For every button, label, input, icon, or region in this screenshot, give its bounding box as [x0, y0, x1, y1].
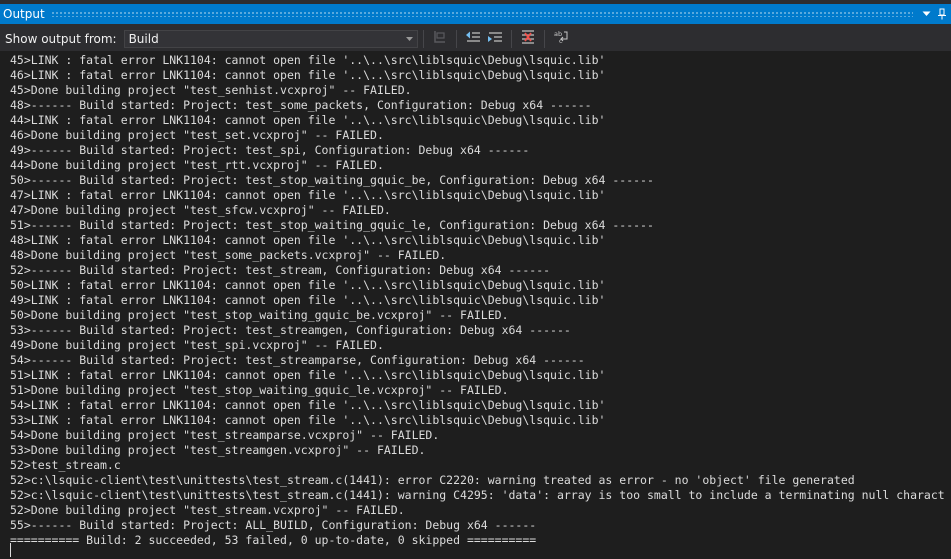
toggle-word-wrap-icon: ab c	[553, 29, 569, 49]
output-line: 47>LINK : fatal error LNK1104: cannot op…	[10, 188, 606, 202]
output-window: Output Show output from: Build ab c 45>L…	[0, 0, 951, 559]
toolbar-separator	[510, 29, 512, 48]
clear-all-button[interactable]	[517, 29, 539, 49]
output-line: 52>Done building project "test_stream.vc…	[10, 503, 405, 517]
find-message-in-code-icon	[432, 29, 448, 49]
output-line: 48>Done building project "test_some_pack…	[10, 248, 447, 262]
title-bar-active[interactable]: Output	[0, 4, 951, 24]
previous-message-button[interactable]	[462, 29, 484, 49]
output-line: 51>------ Build started: Project: test_s…	[10, 218, 654, 232]
output-line: 52>c:\lsquic-client\test\unittests\test_…	[10, 488, 945, 502]
output-line: 47>Done building project "test_sfcw.vcxp…	[10, 203, 391, 217]
output-toolbar: Show output from: Build ab c	[0, 26, 951, 51]
output-line: 50>LINK : fatal error LNK1104: cannot op…	[10, 278, 606, 292]
dropdown-chevron-icon	[403, 36, 417, 41]
output-line: 52>test_stream.c	[10, 458, 121, 472]
output-line: 45>LINK : fatal error LNK1104: cannot op…	[10, 53, 606, 67]
output-line: 48>------ Build started: Project: test_s…	[10, 98, 592, 112]
output-line: 44>Done building project "test_rtt.vcxpr…	[10, 158, 384, 172]
output-line: 51>Done building project "test_stop_wait…	[10, 383, 509, 397]
output-line: 49>------ Build started: Project: test_s…	[10, 143, 530, 157]
output-line: 53>LINK : fatal error LNK1104: cannot op…	[10, 413, 606, 427]
title-grip[interactable]	[50, 11, 913, 17]
output-source-dropdown[interactable]: Build	[123, 29, 418, 48]
output-line: 45>Done building project "test_senhist.v…	[10, 83, 412, 97]
output-line: 54>------ Build started: Project: test_s…	[10, 353, 585, 367]
toolbar-separator	[422, 29, 424, 48]
output-text-area[interactable]: 45>LINK : fatal error LNK1104: cannot op…	[0, 51, 951, 559]
output-line: 49>LINK : fatal error LNK1104: cannot op…	[10, 293, 606, 307]
output-line: 51>LINK : fatal error LNK1104: cannot op…	[10, 368, 606, 382]
output-line: 54>LINK : fatal error LNK1104: cannot op…	[10, 398, 606, 412]
output-line: 50>Done building project "test_stop_wait…	[10, 308, 509, 322]
show-output-from-label: Show output from:	[5, 31, 117, 46]
chevron-down-icon[interactable]	[919, 6, 933, 22]
toolbar-separator	[543, 29, 545, 48]
output-line: 50>------ Build started: Project: test_s…	[10, 173, 654, 187]
output-line: ========== Build: 2 succeeded, 53 failed…	[10, 533, 537, 547]
output-line: 44>LINK : fatal error LNK1104: cannot op…	[10, 113, 606, 127]
output-line: 46>Done building project "test_set.vcxpr…	[10, 128, 384, 142]
clear-all-icon	[520, 29, 536, 49]
output-line: 46>LINK : fatal error LNK1104: cannot op…	[10, 68, 606, 82]
output-source-value: Build	[128, 31, 159, 46]
output-line: 48>LINK : fatal error LNK1104: cannot op…	[10, 233, 606, 247]
toggle-word-wrap-button[interactable]: ab c	[550, 29, 572, 49]
go-to-previous-message-icon	[465, 29, 481, 49]
output-line: 52>------ Build started: Project: test_s…	[10, 263, 551, 277]
title-bar: Output	[0, 0, 951, 26]
text-caret	[10, 543, 11, 557]
go-to-next-message-icon	[487, 29, 503, 49]
find-message-in-code-button[interactable]	[429, 29, 451, 49]
pin-icon[interactable]	[935, 6, 949, 22]
panel-title: Output	[3, 7, 45, 21]
toolbar-separator	[455, 29, 457, 48]
output-line: 52>c:\lsquic-client\test\unittests\test_…	[10, 473, 855, 487]
next-message-button[interactable]	[484, 29, 506, 49]
output-line: 53>------ Build started: Project: test_s…	[10, 323, 571, 337]
output-line: 53>Done building project "test_streamgen…	[10, 443, 426, 457]
output-line: 54>Done building project "test_streampar…	[10, 428, 440, 442]
output-line: 55>------ Build started: Project: ALL_BU…	[10, 518, 537, 532]
output-line: 49>Done building project "test_spi.vcxpr…	[10, 338, 384, 352]
